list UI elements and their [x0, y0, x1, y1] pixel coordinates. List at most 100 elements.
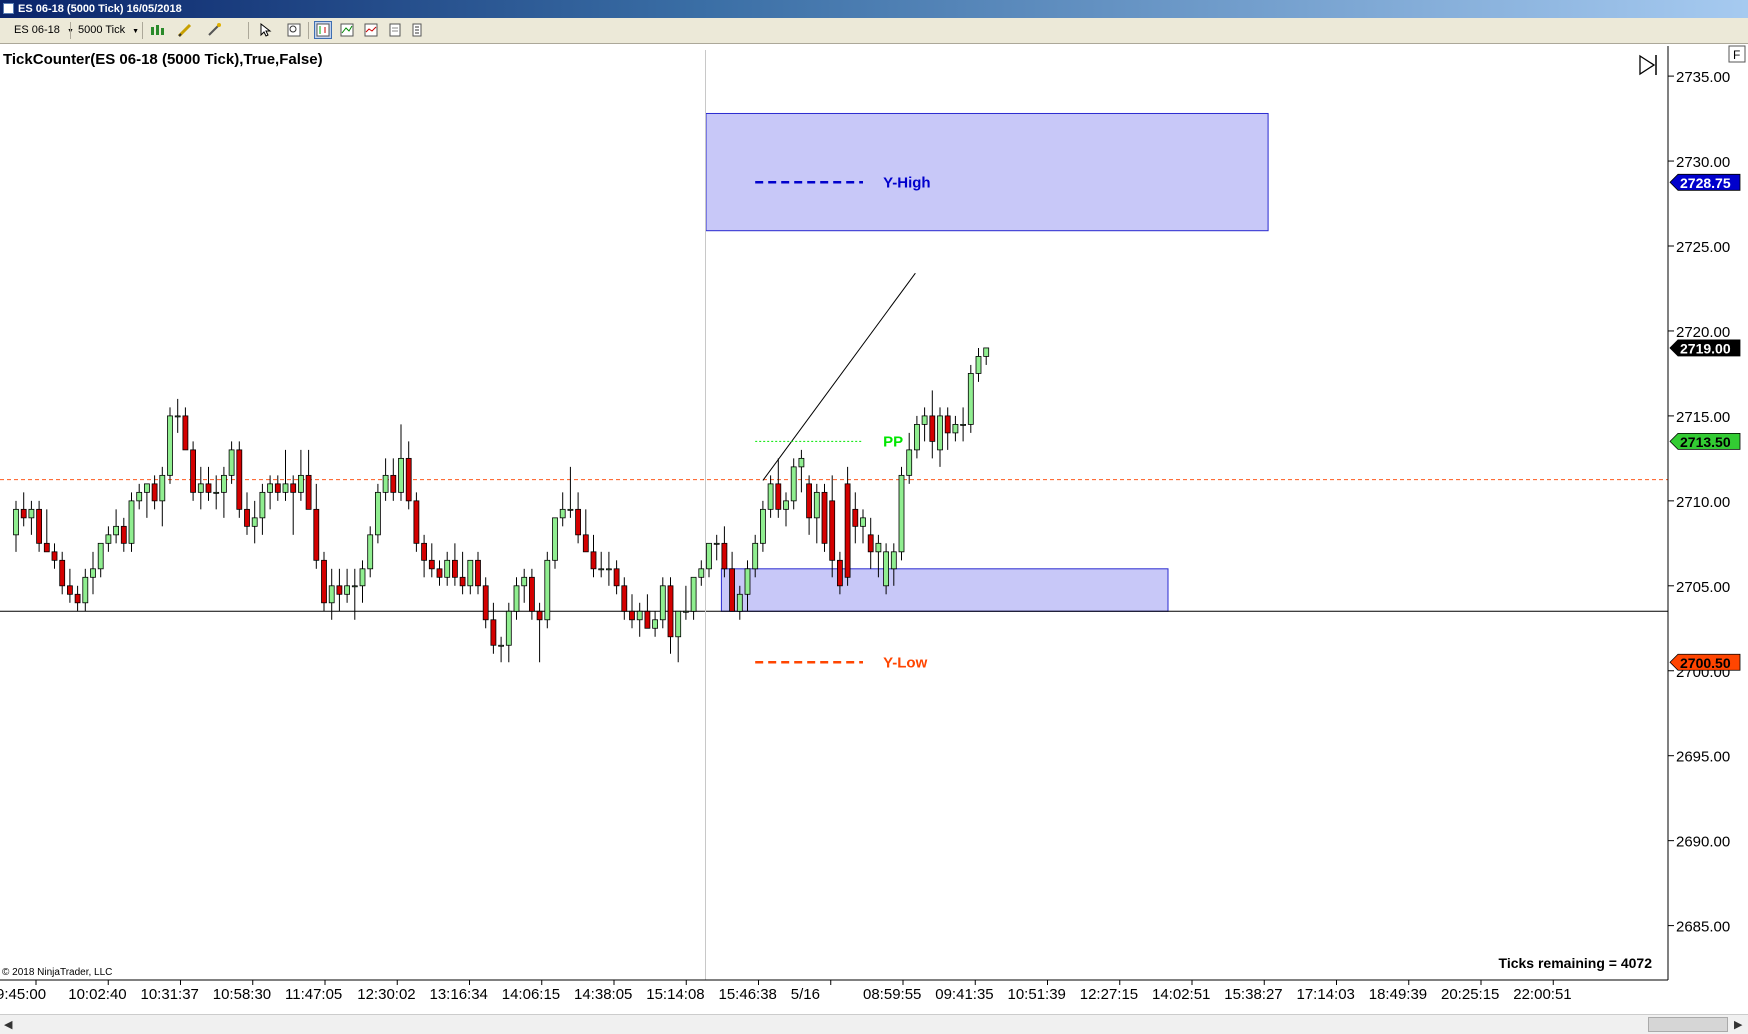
candle: [567, 466, 574, 518]
candle-body: [374, 491, 381, 536]
candle-body: [790, 466, 797, 502]
candle-body: [490, 619, 497, 646]
play-end-button[interactable]: [1639, 54, 1657, 76]
candle-body: [398, 457, 404, 493]
candle-body: [536, 610, 543, 621]
candle: [521, 568, 528, 603]
candle: [259, 483, 266, 535]
candle: [282, 449, 289, 501]
candle: [290, 475, 297, 535]
candle: [359, 560, 366, 603]
x-tick-label: 18:49:39: [1369, 986, 1427, 1003]
candle: [967, 364, 974, 433]
candle-body: [205, 483, 212, 493]
candle-body: [837, 559, 843, 587]
candle: [336, 568, 343, 612]
candle-body: [113, 525, 119, 536]
candle-body: [606, 568, 612, 571]
horizontal-scrollbar[interactable]: ◀ ▶: [0, 1014, 1748, 1034]
scroll-left-icon[interactable]: ◀: [4, 1018, 12, 1031]
candle: [844, 466, 851, 586]
candle-body: [228, 449, 235, 476]
candle-body: [274, 483, 281, 493]
candle: [413, 492, 420, 552]
candle-body: [760, 508, 766, 544]
candle: [321, 551, 327, 612]
candle-body: [644, 610, 651, 629]
candle: [90, 551, 96, 595]
candle-body: [721, 542, 728, 570]
candle: [490, 602, 497, 654]
candle: [806, 475, 812, 535]
candle: [613, 560, 620, 595]
candle-body: [898, 474, 905, 553]
candle: [598, 551, 605, 578]
candle-body: [544, 559, 551, 621]
candle-body: [675, 610, 682, 638]
candle: [898, 466, 905, 561]
candle-body: [529, 576, 535, 612]
candle: [51, 543, 58, 569]
price-marker-label: 2728.75: [1680, 175, 1731, 191]
candle-body: [167, 415, 173, 476]
candle: [67, 568, 73, 603]
candle: [536, 602, 543, 663]
level-label: Y-Low: [883, 654, 927, 671]
candle: [20, 492, 27, 527]
candle-body: [451, 559, 458, 578]
candle-body: [914, 423, 920, 451]
candle: [929, 390, 936, 459]
y-tick-label: 2705.00: [1676, 579, 1730, 596]
candle-body: [929, 415, 936, 442]
candle-body: [729, 568, 735, 612]
candle: [305, 449, 312, 510]
candle: [174, 398, 181, 433]
candle: [28, 500, 35, 535]
x-tick-label: 14:02:51: [1152, 986, 1210, 1003]
level-label: Y-High: [883, 174, 931, 191]
candle: [652, 611, 658, 637]
candle-body: [852, 508, 859, 527]
candle: [159, 466, 166, 527]
x-tick-label: 10:51:39: [1008, 986, 1066, 1003]
candle-body: [313, 508, 320, 561]
candle-body: [513, 585, 520, 612]
candle-body: [590, 551, 597, 570]
candle-body: [282, 483, 289, 493]
candle-body: [28, 508, 35, 519]
candle: [151, 475, 158, 510]
price-chart[interactable]: Y-High Y-Low PP 2735.00 2730.00 2725.00 2720.…: [0, 0, 1748, 1014]
candle: [698, 560, 705, 586]
y-tick-label: 2725.00: [1676, 239, 1730, 256]
candle: [606, 551, 612, 586]
candle-body: [567, 508, 574, 511]
candle-body: [890, 551, 897, 570]
scroll-thumb[interactable]: [1648, 1017, 1728, 1032]
candle: [313, 483, 320, 569]
candle-body: [444, 559, 451, 578]
candle-body: [90, 568, 96, 578]
candle-body: [20, 508, 27, 519]
x-tick-label: 5/16: [791, 986, 820, 1003]
candle-body: [421, 542, 428, 561]
candle: [136, 483, 143, 510]
upper-zone[interactable]: [705, 112, 1269, 232]
candle: [244, 492, 250, 535]
candle-body: [390, 474, 397, 493]
scroll-right-icon[interactable]: ▶: [1734, 1018, 1742, 1031]
x-tick-label: 15:46:38: [719, 986, 777, 1003]
y-tick-label: 2735.00: [1676, 69, 1730, 86]
candle: [921, 407, 928, 442]
candle-body: [706, 542, 712, 570]
y-tick-label: 2730.00: [1676, 154, 1730, 171]
candle-body: [960, 423, 966, 426]
candle-body: [251, 517, 258, 527]
candle: [251, 500, 258, 544]
candles: [13, 347, 990, 663]
candle: [467, 559, 474, 595]
candle-body: [36, 508, 42, 544]
lower-zone[interactable]: [720, 568, 1169, 612]
candle: [813, 483, 820, 544]
candle-body: [351, 585, 358, 588]
candle-body: [428, 559, 435, 570]
